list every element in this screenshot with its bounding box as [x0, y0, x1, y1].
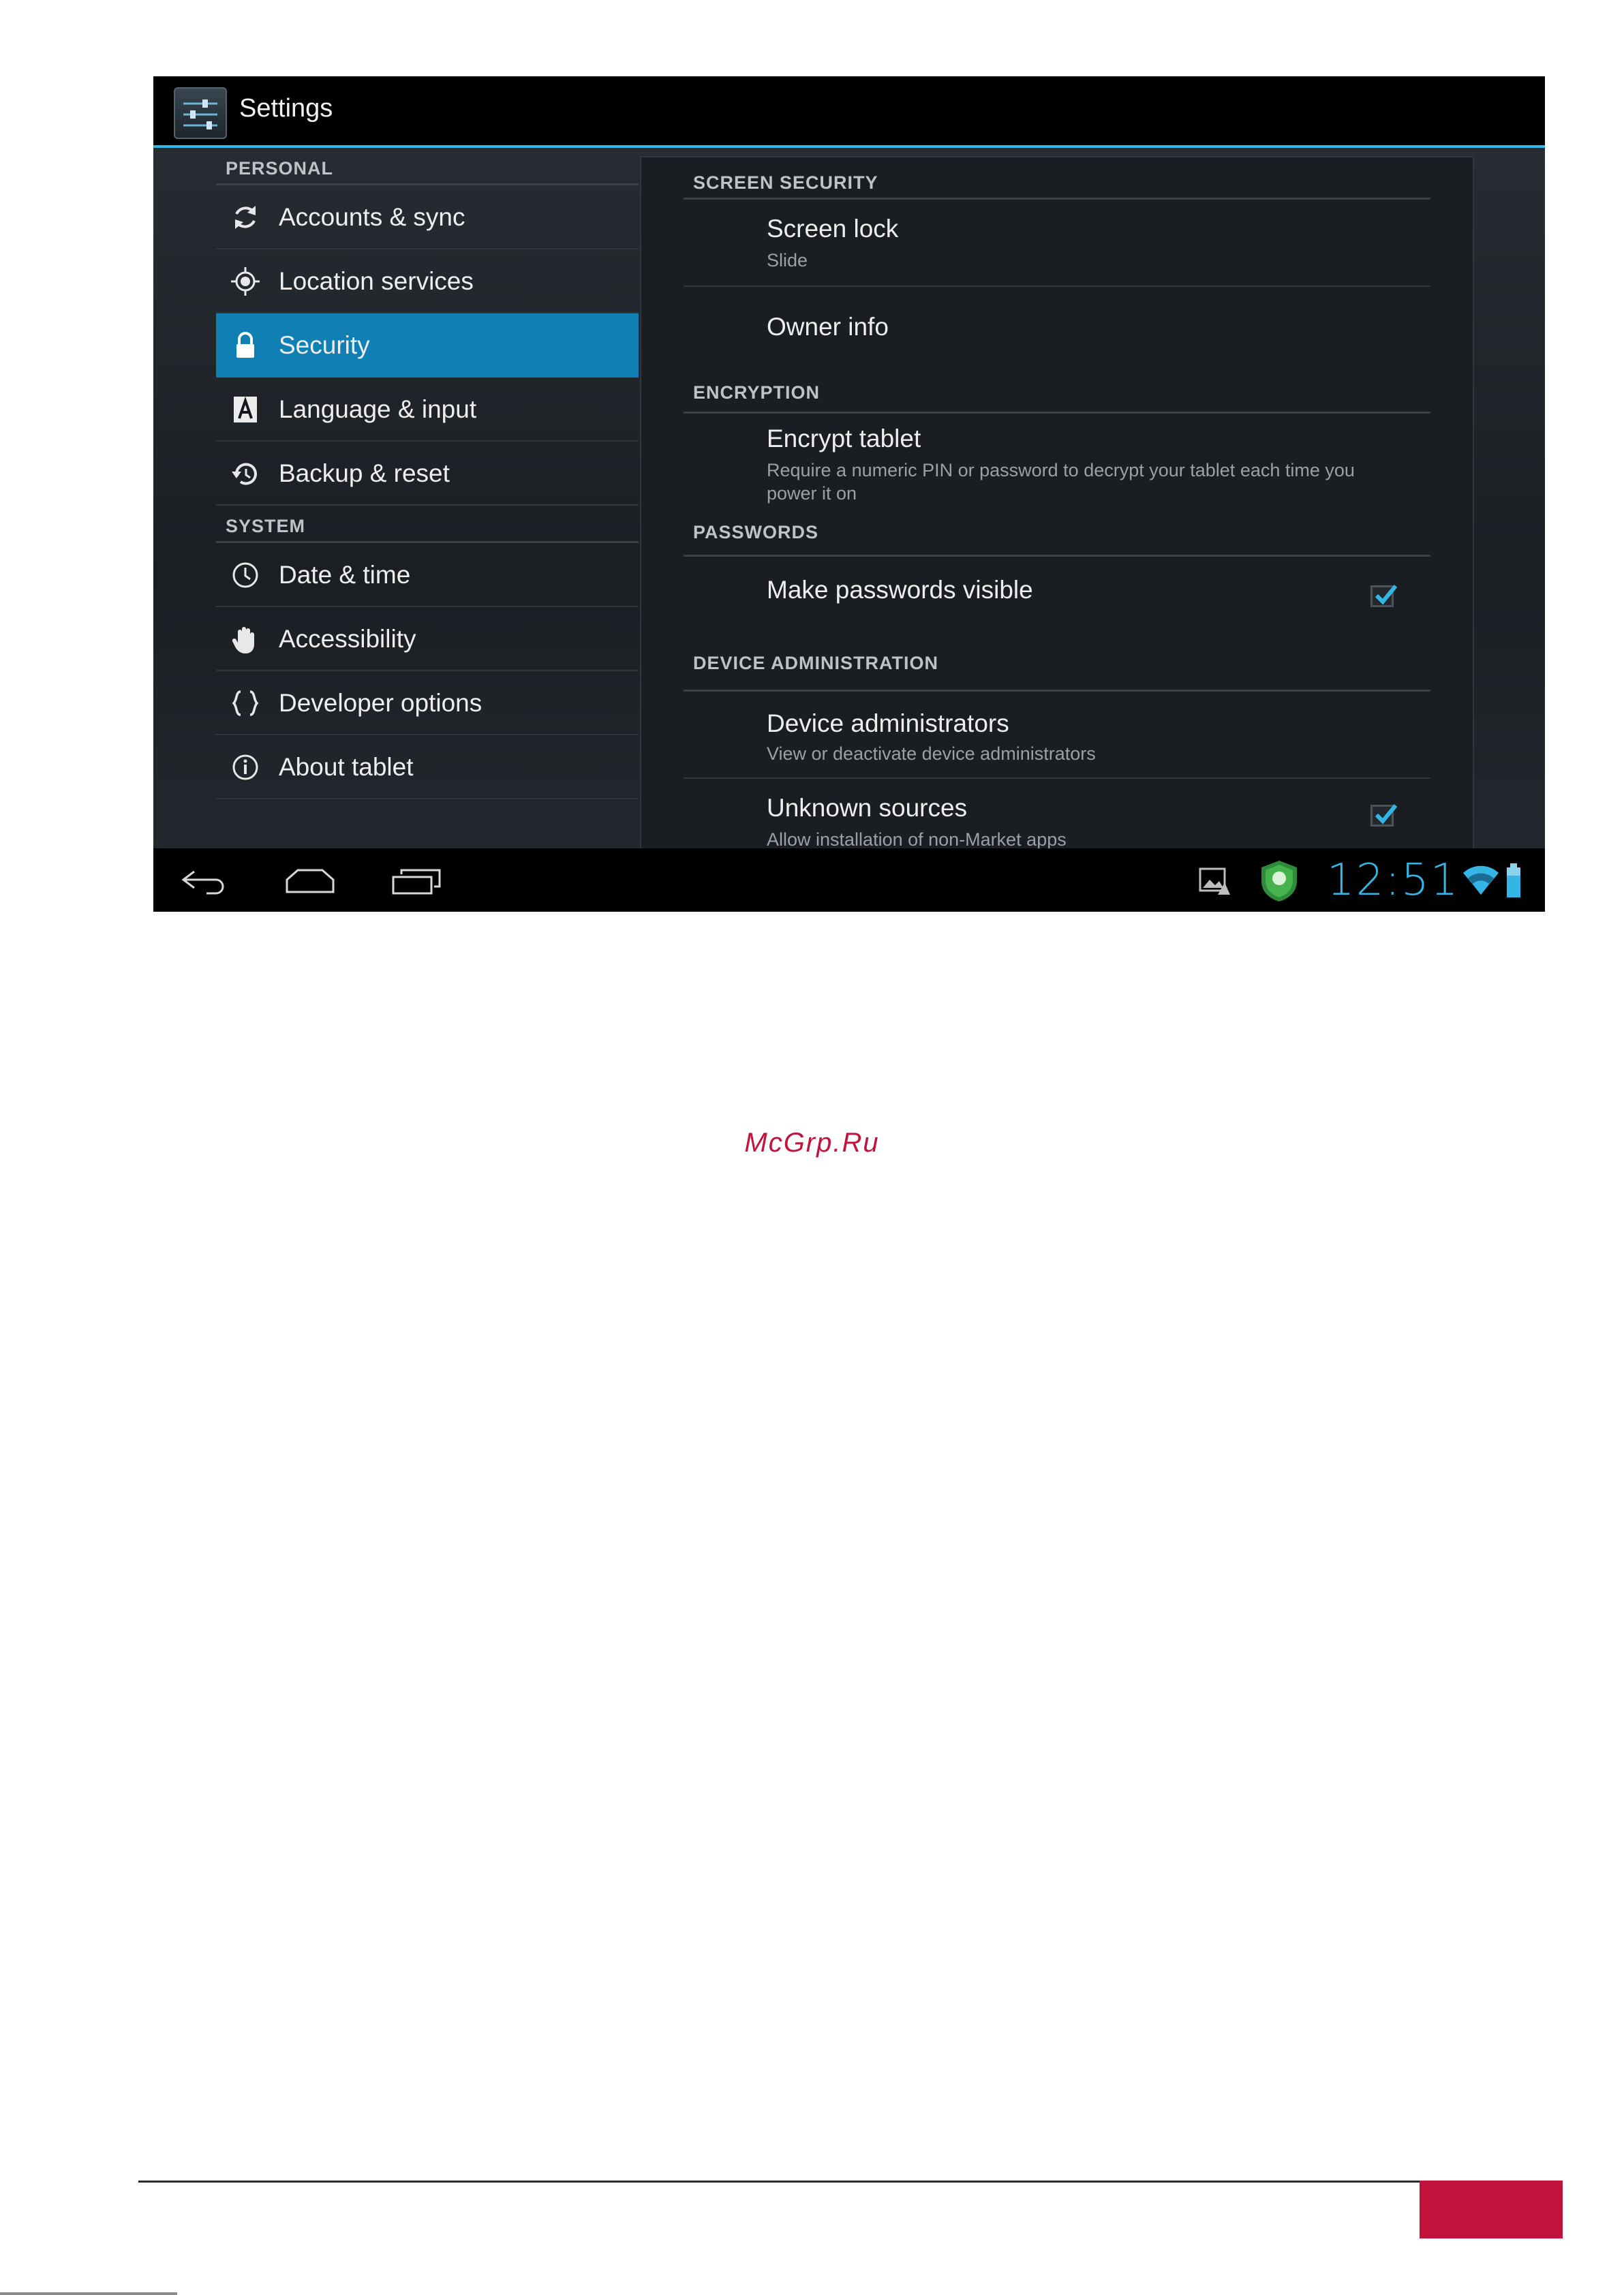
security-shield-icon[interactable]	[1257, 858, 1301, 903]
footer-page-marker	[1420, 2181, 1563, 2238]
make-passwords-visible-checkbox[interactable]	[1370, 585, 1398, 607]
sync-icon	[228, 200, 262, 234]
lock-icon	[228, 328, 262, 363]
nav-item-date-time[interactable]: Date & time	[216, 543, 639, 607]
security-panel: SCREEN SECURITY Screen lock Slide Owner …	[640, 156, 1474, 851]
nav-item-label: Accounts & sync	[279, 203, 465, 231]
nav-item-accounts-sync[interactable]: Accounts & sync	[216, 185, 639, 249]
nav-item-developer-options[interactable]: Developer options	[216, 671, 639, 735]
pref-title: Unknown sources	[767, 794, 968, 822]
pref-summary: Require a numeric PIN or password to dec…	[767, 460, 1355, 504]
pref-encrypt-tablet[interactable]: Encrypt tablet Require a numeric PIN or …	[684, 414, 1430, 510]
nav-item-security[interactable]: Security	[216, 313, 639, 378]
battery-icon	[1507, 863, 1520, 897]
nav-item-label: Location services	[279, 267, 474, 295]
nav-header-personal: PERSONAL	[216, 148, 639, 185]
pref-screen-lock[interactable]: Screen lock Slide	[684, 200, 1430, 287]
nav-item-label: Security	[279, 331, 370, 359]
pref-owner-info[interactable]: Owner info	[684, 287, 1430, 373]
nav-item-label: Developer options	[279, 689, 482, 717]
nav-item-language-input[interactable]: Language & input	[216, 378, 639, 442]
app-title: Settings	[239, 94, 333, 123]
watermark-text: McGrp.Ru	[744, 1128, 880, 1158]
nav-item-label: About tablet	[279, 753, 414, 781]
settings-nav: PERSONAL Accounts & sync Location servic…	[216, 148, 639, 799]
section-header-passwords: PASSWORDS	[684, 510, 1430, 557]
nav-item-label: Backup & reset	[279, 459, 450, 487]
tablet-screenshot: Settings PERSONAL Accounts & sync Locati…	[153, 76, 1545, 912]
keyboard-a-icon	[228, 392, 262, 427]
hand-icon	[228, 622, 262, 656]
checkmark-icon	[1375, 804, 1398, 825]
pref-summary: View or deactivate device administrators	[767, 743, 1096, 764]
nav-item-location-services[interactable]: Location services	[216, 249, 639, 313]
nav-item-label: Language & input	[279, 395, 477, 423]
pref-summary: Allow installation of non-Market apps	[767, 829, 1067, 850]
action-bar: Settings	[153, 76, 1545, 148]
settings-content: PERSONAL Accounts & sync Location servic…	[153, 148, 1545, 912]
checkmark-icon	[1375, 585, 1398, 605]
braces-icon	[228, 686, 262, 720]
status-clock: 12:51	[1327, 855, 1460, 906]
back-icon[interactable]	[179, 866, 228, 896]
pref-make-passwords-visible[interactable]: Make passwords visible	[684, 557, 1430, 637]
pref-device-administrators[interactable]: Device administrators View or deactivate…	[684, 692, 1430, 779]
pref-title: Screen lock	[767, 215, 899, 243]
nav-header-system: SYSTEM	[216, 506, 639, 543]
location-icon	[228, 264, 262, 298]
pref-summary: Slide	[767, 250, 808, 271]
nav-item-accessibility[interactable]: Accessibility	[216, 607, 639, 671]
nav-item-backup-reset[interactable]: Backup & reset	[216, 442, 639, 506]
section-header-screen-security: SCREEN SECURITY	[684, 164, 1430, 200]
unknown-sources-checkbox[interactable]	[1370, 804, 1398, 827]
nav-item-label: Accessibility	[279, 625, 416, 653]
pref-title: Owner info	[767, 313, 889, 341]
clock-icon	[228, 558, 262, 592]
wifi-icon	[1463, 865, 1499, 895]
recent-apps-icon[interactable]	[390, 865, 442, 897]
section-header-device-administration: DEVICE ADMINISTRATION	[684, 637, 1430, 692]
info-icon	[228, 750, 262, 784]
settings-sliders-icon[interactable]	[174, 87, 227, 139]
screenshot-notification-icon[interactable]	[1197, 866, 1231, 896]
system-navigation-bar: 12:51	[153, 848, 1545, 912]
pref-title: Make passwords visible	[767, 576, 1033, 604]
pref-title: Encrypt tablet	[767, 425, 921, 452]
footer-divider	[138, 2181, 1420, 2183]
corner-divider	[0, 2292, 177, 2295]
section-header-encryption: ENCRYPTION	[684, 373, 1430, 414]
backup-icon	[228, 457, 262, 491]
pref-title: Device administrators	[767, 709, 1009, 737]
pref-unknown-sources[interactable]: Unknown sources Allow installation of no…	[684, 779, 1430, 850]
nav-item-label: Date & time	[279, 561, 411, 589]
home-icon[interactable]	[283, 865, 337, 897]
nav-item-about-tablet[interactable]: About tablet	[216, 735, 639, 799]
